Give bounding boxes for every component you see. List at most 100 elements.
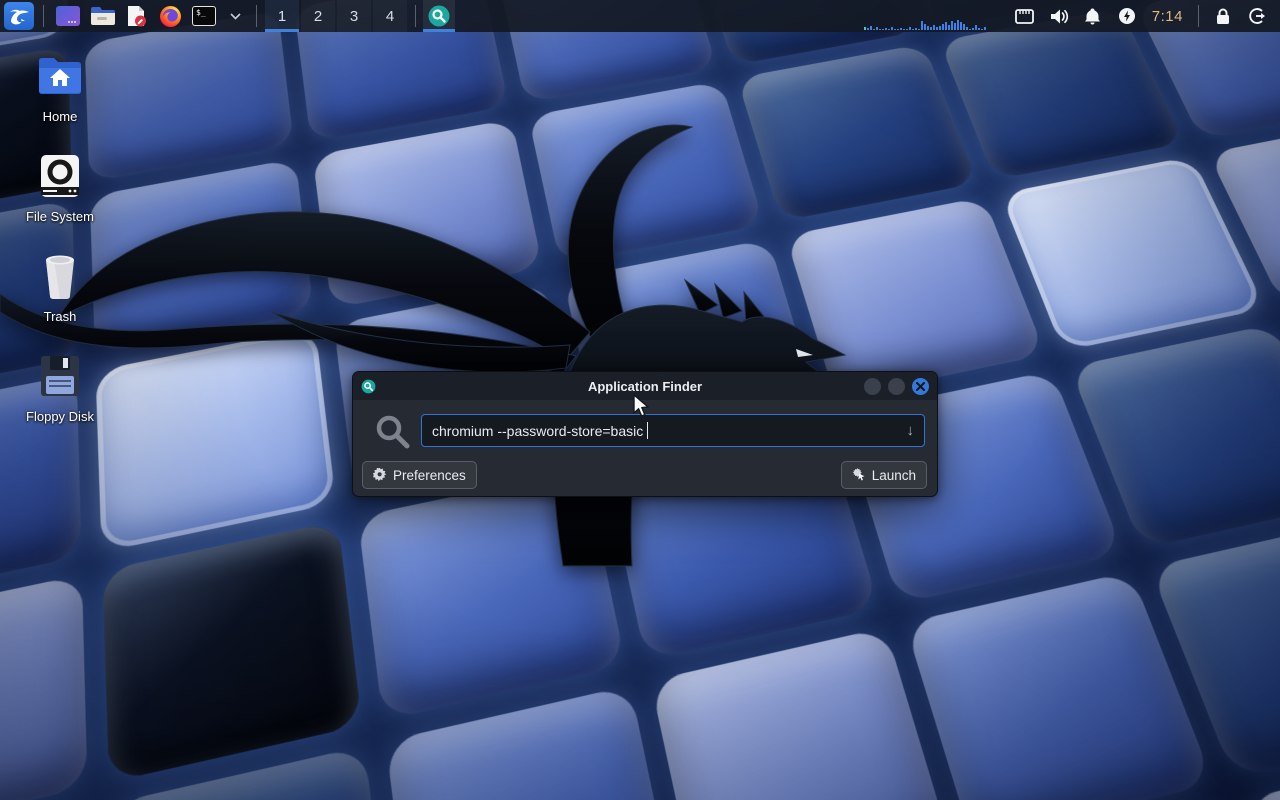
tray-notifications[interactable]	[1076, 2, 1110, 30]
monitor-bar	[915, 28, 917, 30]
app-finder-window-icon	[361, 379, 376, 394]
trash-icon	[38, 252, 82, 300]
network-icon	[1015, 9, 1034, 24]
close-icon	[916, 382, 925, 391]
desktop-icon-floppy-disk[interactable]: Floppy Disk	[12, 352, 108, 424]
monitor-bar	[903, 29, 905, 30]
monitor-bar	[942, 24, 944, 30]
desktop-icon-home[interactable]: Home	[12, 52, 108, 124]
text-caret	[647, 422, 648, 439]
history-dropdown-arrow-icon[interactable]: ↓	[907, 422, 915, 439]
terminal-dropdown-button[interactable]	[221, 2, 249, 30]
file-manager-icon	[89, 5, 115, 27]
monitor-bar	[969, 29, 971, 30]
logout-button[interactable]	[1240, 2, 1274, 30]
monitor-bar	[933, 25, 935, 30]
monitor-bar	[912, 29, 914, 30]
monitor-bar	[927, 26, 929, 30]
workspace-label: 2	[314, 8, 322, 25]
firefox-icon	[159, 5, 182, 28]
logout-icon	[1248, 7, 1266, 25]
panel-separator	[256, 5, 257, 27]
command-input[interactable]: chromium --password-store=basic ↓	[421, 414, 925, 447]
panel-separator	[1198, 5, 1199, 27]
kali-dragon-icon	[7, 5, 31, 27]
preferences-label: Preferences	[393, 468, 466, 483]
chevron-down-icon	[230, 13, 241, 20]
desktop-icon-label: Trash	[44, 309, 77, 324]
preferences-button[interactable]: Preferences	[362, 461, 477, 489]
monitor-bar	[867, 28, 869, 30]
launch-label: Launch	[872, 468, 916, 483]
launcher-desktop-window[interactable]	[51, 2, 85, 30]
maximize-button[interactable]	[888, 378, 905, 395]
monitor-bar	[894, 29, 896, 30]
close-button[interactable]	[912, 378, 929, 395]
monitor-bar	[981, 29, 983, 30]
desktop-icon-label: Home	[43, 109, 78, 124]
monitor-bar	[951, 21, 953, 30]
desktop-icon-file-system[interactable]: File System	[12, 152, 108, 224]
monitor-bar	[924, 24, 926, 30]
panel-clock[interactable]: 7:14	[1144, 8, 1191, 25]
monitor-bar	[972, 28, 974, 30]
app-finder-icon	[427, 4, 451, 28]
tray-power-manager[interactable]	[1110, 2, 1144, 30]
notifications-bell-icon	[1084, 7, 1101, 25]
panel-separator	[415, 5, 416, 27]
monitor-bar	[978, 28, 980, 30]
terminal-icon: $_	[192, 6, 216, 26]
power-manager-icon	[1118, 7, 1136, 25]
monitor-bar	[876, 27, 878, 30]
monitor-bar	[900, 28, 902, 30]
monitor-bar	[960, 22, 962, 30]
panel-separator	[43, 5, 44, 27]
monitor-bar	[918, 29, 920, 30]
run-gear-icon	[852, 468, 866, 482]
applications-menu-button[interactable]	[4, 2, 34, 30]
workspace-label: 3	[350, 8, 358, 25]
window-title: Application Finder	[353, 379, 937, 394]
launcher-text-editor[interactable]	[119, 2, 153, 30]
desktop-window-icon	[55, 5, 81, 27]
workspace-button-4[interactable]: 4	[373, 0, 407, 32]
monitor-bar	[882, 29, 884, 30]
hard-drive-icon	[37, 153, 83, 199]
appfinder-panel-button[interactable]	[423, 0, 455, 32]
lock-screen-button[interactable]	[1206, 2, 1240, 30]
system-monitor-graph[interactable]	[860, 0, 1008, 32]
command-text: chromium --password-store=basic	[432, 423, 643, 439]
monitor-bar	[879, 29, 881, 30]
monitor-bar	[948, 25, 950, 30]
monitor-bar	[870, 26, 872, 30]
monitor-bar	[930, 27, 932, 30]
monitor-bar	[957, 20, 959, 30]
monitor-bar	[873, 29, 875, 30]
minimize-button[interactable]	[864, 378, 881, 395]
text-editor-icon	[124, 4, 148, 28]
monitor-bar	[966, 27, 968, 30]
application-finder-window: Application Finder chromium --password-s…	[352, 371, 938, 497]
tray-volume[interactable]	[1042, 2, 1076, 30]
terminal-prompt-glyph: $_	[196, 8, 206, 17]
volume-icon	[1049, 8, 1069, 25]
workspace-label: 1	[278, 8, 286, 25]
launcher-terminal[interactable]: $_	[187, 2, 221, 30]
launch-button[interactable]: Launch	[841, 461, 927, 489]
search-icon	[373, 412, 413, 452]
workspace-button-2[interactable]: 2	[301, 0, 335, 32]
window-controls	[864, 378, 929, 395]
monitor-bar	[885, 28, 887, 30]
mouse-cursor	[632, 394, 654, 418]
monitor-bar	[954, 23, 956, 30]
workspace-button-1[interactable]: 1	[265, 0, 299, 32]
top-panel: $_ 1 2 3 4	[0, 0, 1280, 32]
desktop-icon-trash[interactable]: Trash	[12, 252, 108, 324]
workspace-button-3[interactable]: 3	[337, 0, 371, 32]
finder-button-row: Preferences Launch	[362, 461, 927, 489]
monitor-bar	[921, 21, 923, 30]
launcher-file-manager[interactable]	[85, 2, 119, 30]
monitor-bar	[891, 27, 893, 30]
tray-network[interactable]	[1008, 2, 1042, 30]
launcher-firefox[interactable]	[153, 2, 187, 30]
